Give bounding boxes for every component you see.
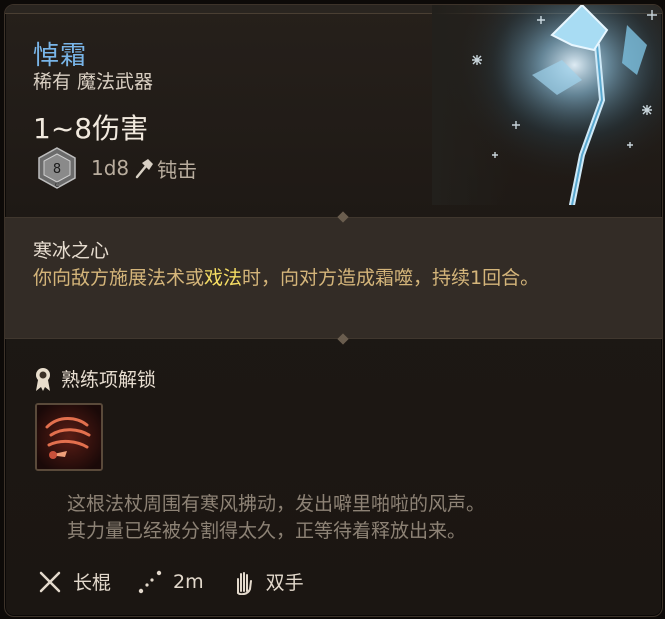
handedness: 双手	[265, 572, 304, 594]
wind-slash-icon[interactable]	[35, 403, 103, 471]
range-icon	[138, 570, 162, 593]
item-tooltip: 悼霜 稀有 魔法武器 1~8伤害 8 C 1d8 钝击 寒冰之心 你向敌方施展法…	[4, 4, 663, 617]
proficiency-unlock: 熟练项解锁	[33, 365, 156, 392]
svg-text:8: 8	[53, 162, 61, 177]
damage-dice-row: 8 C 1d8 钝击	[35, 146, 197, 190]
weapon-type: 长棍	[73, 572, 112, 594]
weapon-properties: 长棍 2m 双手	[37, 568, 330, 595]
feature-title: 寒冰之心	[33, 240, 110, 262]
highlight-cantrip[interactable]: 戏法	[204, 267, 242, 289]
flavor-text: 这根法杖周围有寒风拂动，发出噼里啪啦的风声。 其力量已经被分割得太久，正等待着释…	[67, 493, 486, 542]
two-handed-icon	[236, 571, 252, 595]
svg-text:C: C	[55, 182, 59, 189]
weapon-range: 2m	[173, 570, 204, 593]
divider-diamond	[337, 211, 349, 223]
bludgeoning-hammer-icon	[135, 159, 154, 179]
d8-die-icon: 8 C	[38, 147, 76, 189]
damage-type: 钝击	[157, 157, 198, 182]
damage-dice: 1d8	[91, 156, 130, 180]
feature-description: 你向敌方施展法术或戏法时，向对方造成霜噬，持续1回合。	[33, 267, 540, 289]
item-rarity-type: 稀有 魔法武器	[33, 71, 154, 93]
item-damage: 1~8伤害	[33, 112, 149, 145]
ribbon-icon	[36, 367, 50, 391]
weapon-art	[432, 5, 662, 205]
divider-diamond	[337, 333, 349, 345]
feature-panel: 寒冰之心 你向敌方施展法术或戏法时，向对方造成霜噬，持续1回合。	[5, 211, 662, 345]
proficiency-label: 熟练项解锁	[61, 369, 157, 391]
quarterstaff-icon	[39, 571, 61, 592]
